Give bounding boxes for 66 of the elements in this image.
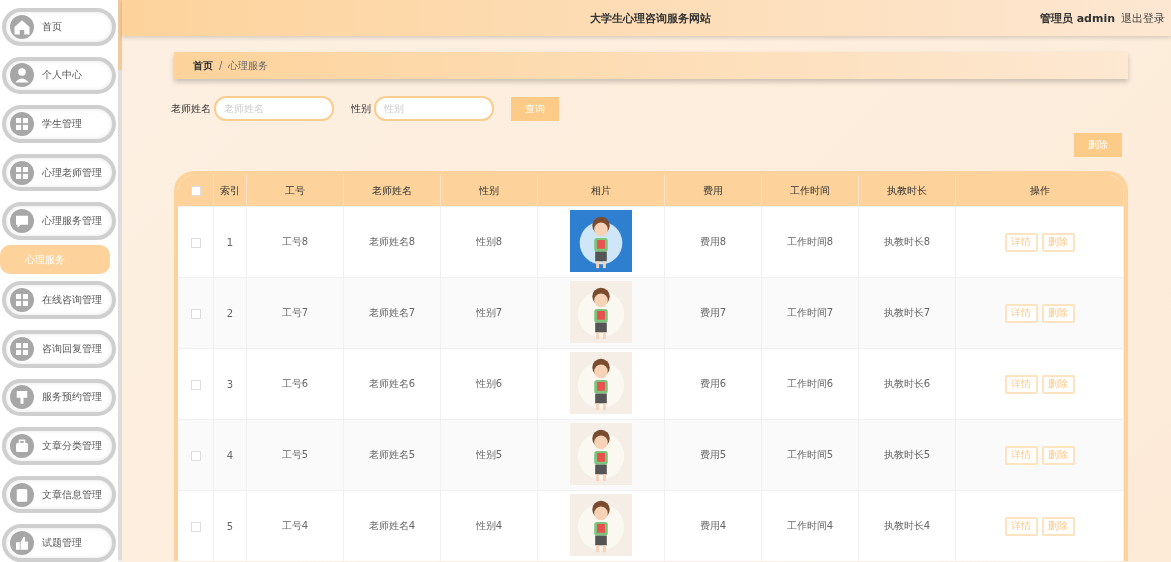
column-header: 工号 [246, 175, 344, 207]
home-icon [10, 14, 34, 39]
checkbox[interactable] [190, 450, 201, 461]
column-header: 索引 [213, 175, 247, 207]
menu-item[interactable]: 服务预约管理 [2, 378, 116, 417]
field-label: 老师姓名 [171, 101, 211, 116]
table-cell: 老师姓名5 [343, 419, 441, 491]
menu-item[interactable]: 学生管理 [2, 105, 116, 143]
column-header: 执教时长 [858, 175, 956, 207]
table-cell: 2 [213, 277, 247, 349]
table-cell: 执教时长4 [858, 490, 956, 561]
logout-link[interactable]: 退出登录 [1121, 10, 1165, 26]
table-cell: 老师姓名4 [343, 490, 441, 561]
menu-item[interactable]: 文章分类管理 [2, 427, 116, 465]
checkbox[interactable] [190, 379, 201, 390]
breadcrumb-item[interactable]: 首页 [193, 58, 213, 73]
checkbox[interactable] [190, 521, 201, 532]
menu-item[interactable]: 个人中心 [2, 56, 116, 95]
column-header: 费用 [664, 175, 762, 207]
menu-item[interactable]: 心理服务管理 [2, 202, 116, 241]
table-cell: 工作时间5 [761, 419, 859, 491]
menu-item[interactable]: 咨询回复管理 [2, 329, 116, 368]
table-cell: 费用4 [664, 490, 762, 561]
user-label: 管理员 admin [1039, 10, 1115, 26]
thumbs-up-icon [10, 531, 34, 556]
checkbox[interactable] [190, 308, 201, 319]
table-cell: 工号4 [246, 490, 344, 561]
column-header: 老师姓名 [343, 175, 441, 207]
table-cell: 老师姓名7 [343, 277, 441, 349]
table-cell: 性别4 [440, 490, 538, 561]
table-cell: 工号7 [246, 277, 344, 349]
table-cell: 执教时长5 [858, 419, 956, 491]
table-cell: 执教时长7 [858, 277, 956, 349]
table-cell: 费用7 [664, 277, 762, 349]
menu-item[interactable]: 心理老师管理 [2, 153, 116, 192]
table-cell: 性别7 [440, 277, 538, 349]
column-header: 相片 [537, 175, 665, 207]
clipboard-icon [10, 482, 34, 507]
menu-item[interactable]: 首页 [2, 8, 116, 46]
checkbox[interactable] [190, 237, 201, 248]
pin-icon [10, 385, 34, 410]
table-cell: 4 [213, 419, 247, 491]
field-label: 性别 [351, 101, 371, 116]
breadcrumb-separator: / [219, 60, 223, 71]
site-title: 大学生心理咨询服务网站 [589, 10, 713, 26]
menu-item[interactable]: 文章信息管理 [2, 475, 116, 514]
table-cell: 5 [213, 490, 247, 561]
column-header: 工作时间 [761, 175, 859, 207]
menu-item[interactable]: 在线咨询管理 [2, 281, 116, 319]
grid-icon [10, 112, 34, 136]
column-header: 性别 [440, 175, 538, 207]
breadcrumb-item: 心理服务 [228, 58, 269, 73]
grid-icon [10, 160, 34, 185]
user-icon [10, 63, 34, 88]
table-cell: 工作时间7 [761, 277, 859, 349]
grid-icon [10, 288, 34, 313]
chat-icon [10, 209, 34, 234]
table-cell: 工号5 [246, 419, 344, 491]
briefcase-icon [10, 433, 34, 458]
table-cell: 工作时间4 [761, 490, 859, 561]
table-cell: 性别5 [440, 419, 538, 491]
table-cell: 费用5 [664, 419, 762, 491]
checkbox[interactable] [190, 186, 201, 196]
grid-icon [10, 336, 34, 361]
column-header: 操作 [955, 175, 1124, 207]
menu-item[interactable]: 试题管理 [2, 524, 116, 562]
